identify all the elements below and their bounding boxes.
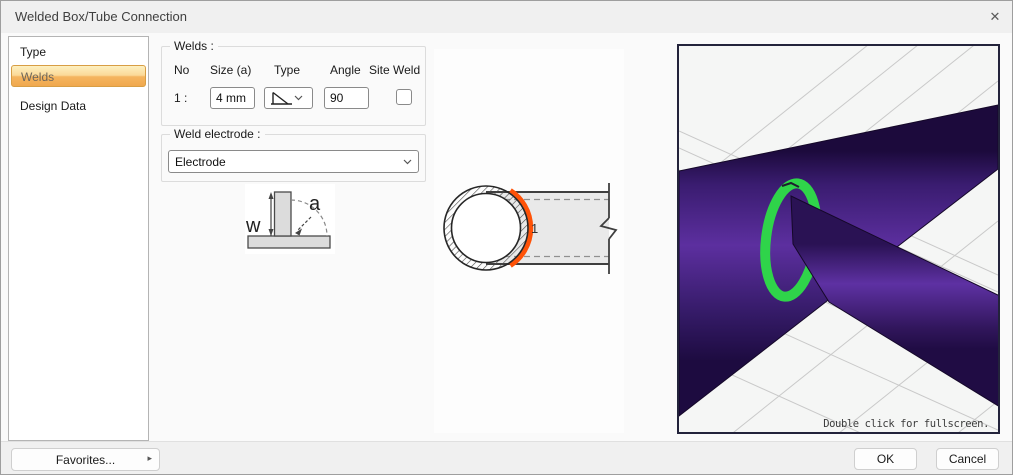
weld-angle-input[interactable] bbox=[324, 87, 369, 109]
weld-size-input[interactable] bbox=[210, 87, 255, 109]
close-button[interactable]: ✕ bbox=[980, 5, 1010, 29]
footer-bar: Favorites... ▸ OK Cancel bbox=[1, 441, 1012, 474]
chevron-down-icon bbox=[403, 159, 412, 164]
sidebar-item-label: Welds bbox=[21, 70, 55, 84]
vertical-plate-shape bbox=[273, 191, 292, 237]
col-header-angle: Angle bbox=[330, 63, 361, 77]
weld-electrode-label: Weld electrode : bbox=[170, 127, 265, 141]
w-label: w bbox=[245, 215, 261, 237]
chevron-down-icon bbox=[294, 95, 303, 101]
tube-section-diagram: 1 bbox=[434, 49, 624, 433]
cancel-label: Cancel bbox=[948, 452, 987, 466]
weld-electrode-group: Weld electrode : Electrode bbox=[161, 127, 426, 182]
preview-3d-viewport[interactable]: Double click for fullscreen. bbox=[677, 1, 1001, 474]
sidebar-item-label: Type bbox=[20, 45, 47, 59]
sidebar-item-label: Design Data bbox=[20, 99, 87, 113]
fullscreen-hint: Double click for fullscreen. bbox=[823, 418, 989, 430]
weld-number-label: 1 bbox=[531, 221, 538, 236]
dialog-welded-box-tube-connection: Welded Box/Tube Connection ✕ Type Welds … bbox=[0, 0, 1013, 475]
welds-group-label: Welds : bbox=[170, 39, 218, 53]
a-label: a bbox=[309, 193, 321, 215]
sidebar: Type Welds Design Data bbox=[8, 36, 149, 441]
title-bar: Welded Box/Tube Connection ✕ bbox=[1, 1, 1012, 33]
welds-group: Welds : No Size (a) Type Angle Site Weld… bbox=[161, 39, 426, 126]
site-weld-checkbox[interactable] bbox=[396, 89, 412, 105]
electrode-selected-value: Electrode bbox=[175, 154, 226, 169]
flyout-arrow-icon: ▸ bbox=[147, 453, 152, 463]
cancel-button[interactable]: Cancel bbox=[936, 448, 999, 470]
col-header-site-weld: Site Weld bbox=[369, 63, 421, 77]
weld-type-dropdown[interactable] bbox=[264, 87, 313, 109]
col-header-no: No bbox=[174, 63, 190, 77]
preview-3d-scene: Double click for fullscreen. bbox=[678, 1, 1001, 474]
ok-label: OK bbox=[876, 452, 895, 466]
fillet-weld-icon bbox=[271, 91, 292, 105]
dialog-title: Welded Box/Tube Connection bbox=[15, 9, 187, 24]
ok-button[interactable]: OK bbox=[854, 448, 917, 470]
favorites-label: Favorites... bbox=[55, 452, 116, 467]
col-header-type: Type bbox=[274, 63, 301, 77]
col-header-size: Size (a) bbox=[210, 63, 252, 77]
close-icon: ✕ bbox=[989, 9, 1001, 24]
sidebar-item-type[interactable]: Type bbox=[11, 41, 146, 63]
sidebar-item-design-data[interactable]: Design Data bbox=[11, 95, 146, 117]
weld-dimension-diagram: w a bbox=[245, 184, 335, 254]
electrode-dropdown[interactable]: Electrode bbox=[168, 150, 419, 173]
base-plate-shape bbox=[247, 235, 331, 249]
weld-row-number: 1 : bbox=[174, 91, 188, 105]
favorites-button[interactable]: Favorites... ▸ bbox=[11, 448, 160, 471]
sidebar-item-welds[interactable]: Welds bbox=[11, 65, 146, 87]
